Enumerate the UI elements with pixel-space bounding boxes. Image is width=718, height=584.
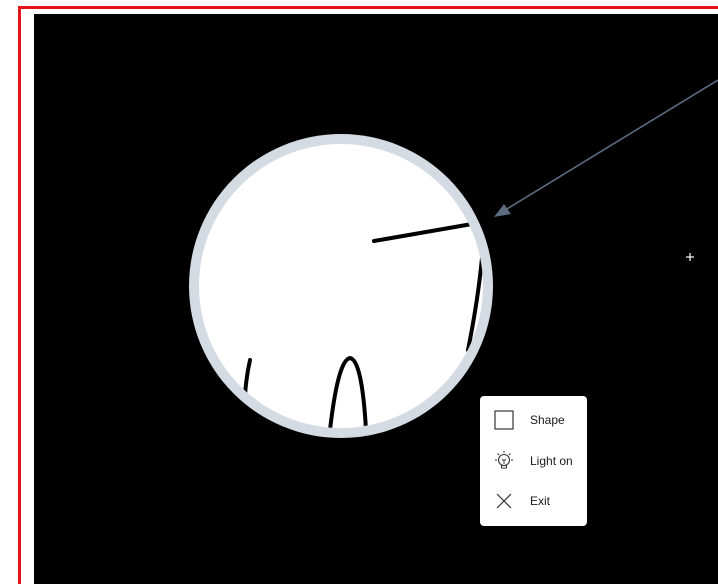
magnifier-context-menu: Shape Light on Exit bbox=[480, 396, 587, 526]
square-icon bbox=[493, 409, 515, 431]
lightbulb-icon bbox=[493, 450, 515, 472]
magnifier-lens[interactable] bbox=[189, 134, 493, 438]
pointer-arrow bbox=[494, 79, 718, 217]
close-icon bbox=[493, 490, 515, 512]
menu-item-light-on[interactable]: Light on bbox=[480, 441, 587, 481]
cursor-dot bbox=[686, 253, 694, 261]
lens-view bbox=[199, 144, 483, 428]
menu-item-exit[interactable]: Exit bbox=[480, 481, 587, 521]
magnifier-overlay bbox=[189, 79, 718, 438]
menu-item-label: Exit bbox=[530, 494, 551, 508]
menu-item-label: Light on bbox=[530, 454, 573, 468]
menu-item-label: Shape bbox=[530, 413, 565, 427]
menu-item-shape[interactable]: Shape bbox=[480, 400, 587, 440]
